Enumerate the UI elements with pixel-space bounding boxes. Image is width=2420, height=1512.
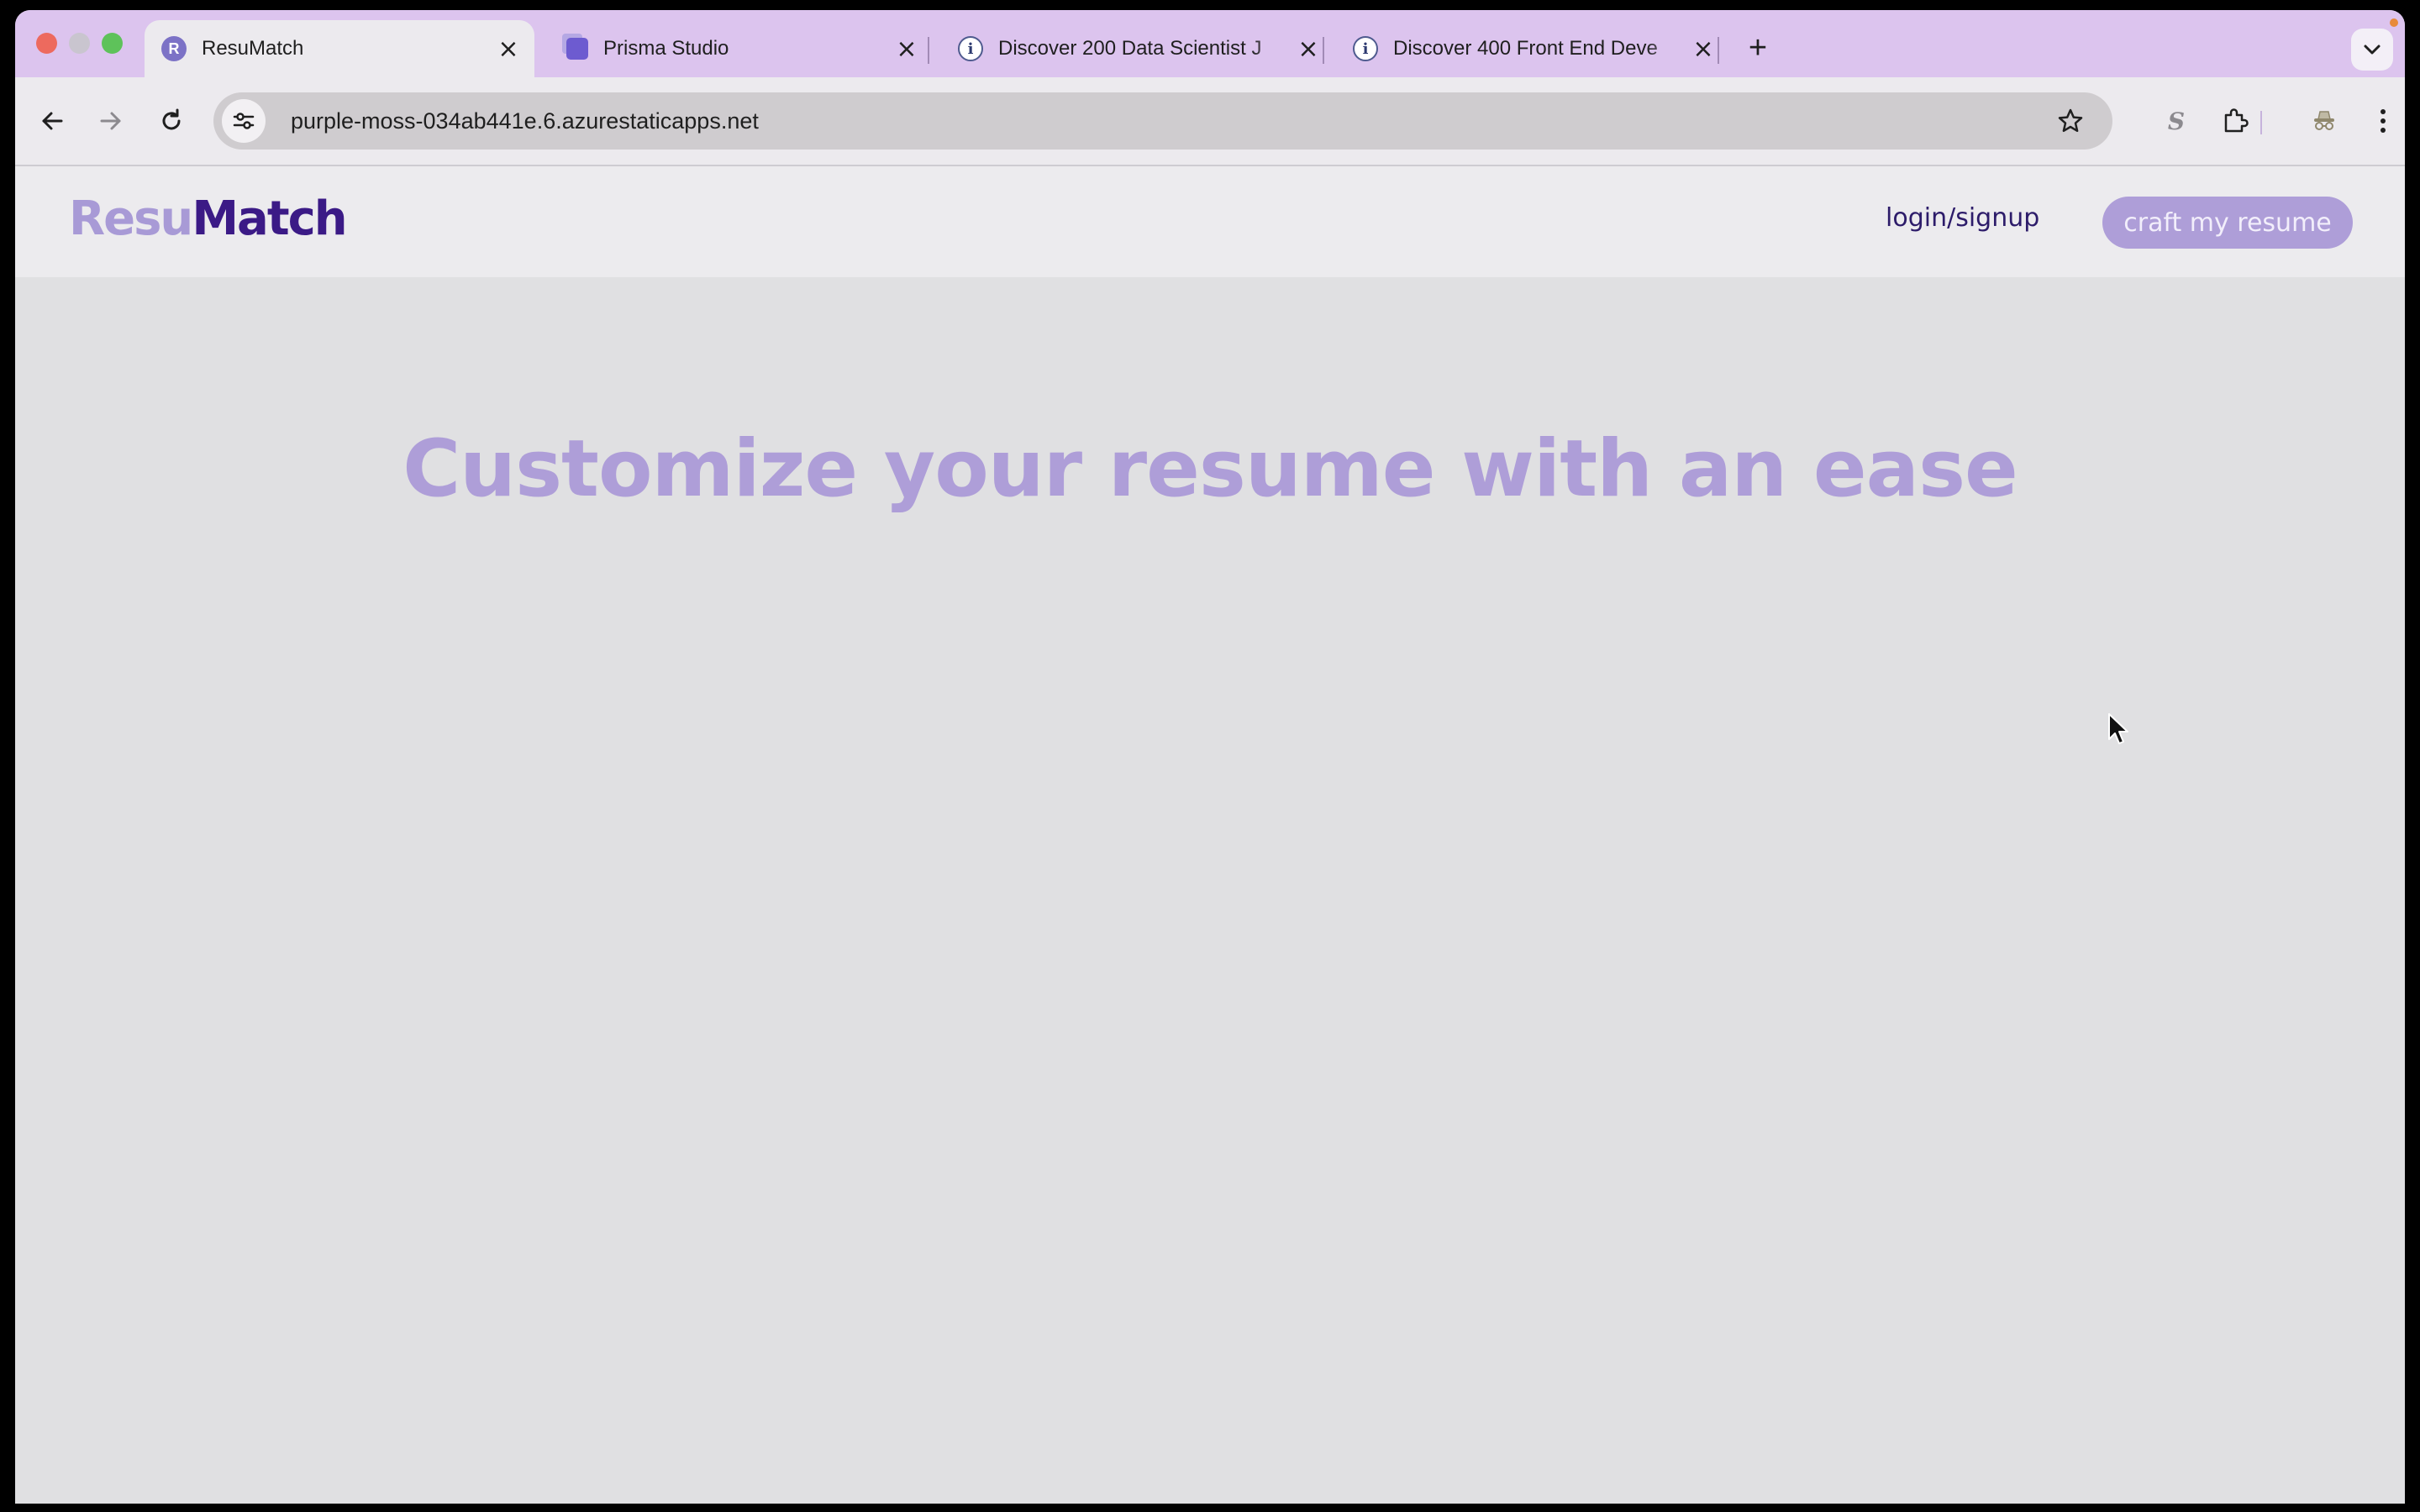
url-text[interactable]: purple-moss-034ab441e.6.azurestaticapps.… (291, 92, 759, 150)
tune-icon (233, 113, 255, 129)
browser-toolbar: purple-moss-034ab441e.6.azurestaticapps.… (15, 77, 2405, 166)
site-info-button[interactable] (222, 99, 266, 143)
arrow-left-icon (42, 112, 63, 130)
tab-resumatch[interactable]: R ResuMatch × (145, 20, 534, 77)
prisma-icon (566, 38, 588, 60)
close-tab-icon[interactable]: × (1691, 34, 1716, 64)
tab-separator (928, 37, 929, 64)
close-tab-icon[interactable]: × (496, 34, 521, 64)
browser-window: R ResuMatch × Prisma Studio × i Discover… (15, 10, 2405, 1504)
close-tab-icon[interactable]: × (894, 34, 919, 64)
address-bar[interactable]: purple-moss-034ab441e.6.azurestaticapps.… (213, 92, 2112, 150)
close-window-button[interactable] (36, 33, 57, 54)
tab-prisma-studio[interactable]: Prisma Studio × (550, 20, 933, 77)
logo-part-match: Match (192, 192, 347, 246)
mouse-cursor-icon (2108, 713, 2128, 744)
star-icon (2058, 108, 2083, 133)
forward-button[interactable] (92, 102, 129, 139)
site-header: ResuMatch login/signup craft my resume (15, 166, 2405, 277)
tab-separator (1718, 37, 1719, 64)
tab-title: Discover 400 Front End Deve (1393, 37, 1658, 60)
info-icon: i (1353, 36, 1378, 61)
tab-search-button[interactable] (2351, 29, 2393, 71)
tab-title: Discover 200 Data Scientist J (998, 37, 1262, 60)
profile-button[interactable] (2306, 102, 2343, 139)
new-tab-button[interactable]: + (1743, 32, 1773, 64)
tab-separator (1323, 37, 1324, 64)
minimize-window-button[interactable] (69, 33, 90, 54)
info-icon: i (958, 36, 983, 61)
extensions-button[interactable] (2217, 102, 2254, 139)
bookmark-star-button[interactable] (2054, 104, 2087, 138)
tab-title: ResuMatch (202, 37, 304, 60)
resumatch-favicon-icon: R (161, 36, 187, 61)
resumatch-logo[interactable]: ResuMatch (69, 192, 348, 246)
hero-heading: Customize your resume with an ease (402, 423, 2018, 515)
incognito-icon (2314, 111, 2334, 130)
craft-my-resume-button[interactable]: craft my resume (2102, 197, 2353, 249)
puzzle-icon (2224, 108, 2249, 133)
maximize-window-button[interactable] (102, 33, 123, 54)
toolbar-divider (2260, 111, 2262, 134)
close-tab-icon[interactable]: × (1296, 34, 1321, 64)
logo-part-resu: Resu (69, 192, 193, 246)
login-signup-link[interactable]: login/signup (1886, 203, 2039, 233)
reload-button[interactable] (153, 102, 190, 139)
more-vertical-icon (2381, 109, 2386, 133)
reload-icon (162, 108, 181, 130)
tab-title: Prisma Studio (603, 37, 729, 60)
browser-menu-button[interactable] (2365, 102, 2402, 139)
chevron-down-icon (2364, 45, 2381, 55)
extension-s-icon[interactable]: S (2158, 102, 2195, 139)
arrow-right-icon (100, 112, 121, 130)
notification-dot (2390, 18, 2398, 27)
tab-strip: R ResuMatch × Prisma Studio × i Discover… (15, 10, 2405, 77)
tab-front-end[interactable]: i Discover 400 Front End Deve × (1336, 20, 1729, 77)
tab-data-scientist[interactable]: i Discover 200 Data Scientist J × (941, 20, 1334, 77)
back-button[interactable] (34, 102, 71, 139)
